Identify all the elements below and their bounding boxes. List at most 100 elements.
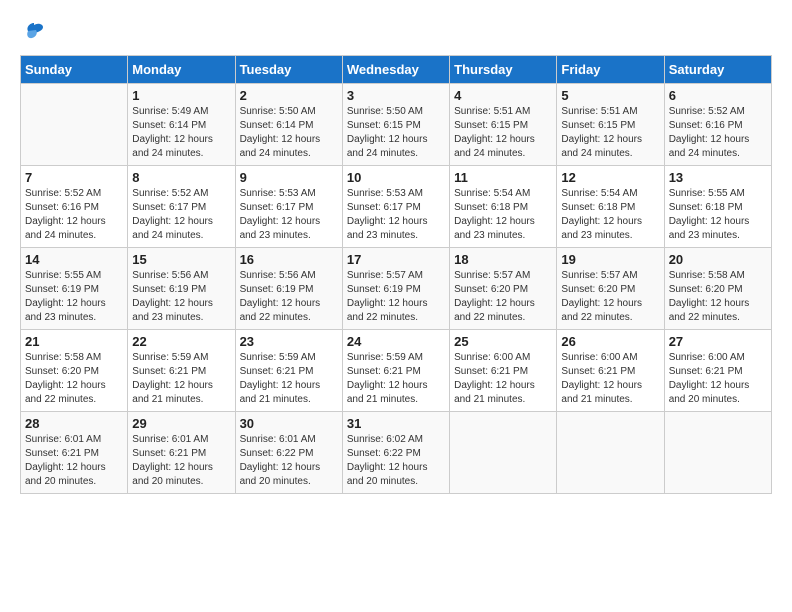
day-number: 1 — [132, 88, 230, 103]
day-info: Sunrise: 5:51 AM Sunset: 6:15 PM Dayligh… — [454, 105, 552, 161]
day-info: Sunrise: 5:50 AM Sunset: 6:15 PM Dayligh… — [347, 105, 445, 161]
day-number: 8 — [132, 170, 230, 185]
calendar-cell: 31 Sunrise: 6:02 AM Sunset: 6:22 PM Dayli… — [342, 411, 449, 493]
calendar-cell: 18 Sunrise: 5:57 AM Sunset: 6:20 PM Dayli… — [450, 247, 557, 329]
day-info: Sunrise: 5:57 AM Sunset: 6:20 PM Dayligh… — [561, 269, 659, 325]
day-number: 5 — [561, 88, 659, 103]
calendar-cell: 9 Sunrise: 5:53 AM Sunset: 6:17 PM Daylig… — [235, 165, 342, 247]
calendar-cell: 24 Sunrise: 5:59 AM Sunset: 6:21 PM Dayli… — [342, 329, 449, 411]
day-number: 19 — [561, 252, 659, 267]
page-header — [20, 20, 772, 45]
calendar-cell: 30 Sunrise: 6:01 AM Sunset: 6:22 PM Dayli… — [235, 411, 342, 493]
day-number: 16 — [240, 252, 338, 267]
weekday-header: Friday — [557, 55, 664, 83]
day-number: 21 — [25, 334, 123, 349]
day-info: Sunrise: 5:52 AM Sunset: 6:16 PM Dayligh… — [669, 105, 767, 161]
day-info: Sunrise: 6:00 AM Sunset: 6:21 PM Dayligh… — [454, 351, 552, 407]
calendar-cell: 15 Sunrise: 5:56 AM Sunset: 6:19 PM Dayli… — [128, 247, 235, 329]
calendar-cell: 11 Sunrise: 5:54 AM Sunset: 6:18 PM Dayli… — [450, 165, 557, 247]
day-info: Sunrise: 5:58 AM Sunset: 6:20 PM Dayligh… — [25, 351, 123, 407]
day-info: Sunrise: 6:01 AM Sunset: 6:21 PM Dayligh… — [132, 433, 230, 489]
day-info: Sunrise: 5:59 AM Sunset: 6:21 PM Dayligh… — [240, 351, 338, 407]
day-number: 17 — [347, 252, 445, 267]
weekday-header: Sunday — [21, 55, 128, 83]
calendar-cell: 2 Sunrise: 5:50 AM Sunset: 6:14 PM Daylig… — [235, 83, 342, 165]
weekday-header: Saturday — [664, 55, 771, 83]
day-info: Sunrise: 6:00 AM Sunset: 6:21 PM Dayligh… — [561, 351, 659, 407]
day-info: Sunrise: 5:54 AM Sunset: 6:18 PM Dayligh… — [454, 187, 552, 243]
calendar-cell: 26 Sunrise: 6:00 AM Sunset: 6:21 PM Dayli… — [557, 329, 664, 411]
calendar-cell: 20 Sunrise: 5:58 AM Sunset: 6:20 PM Dayli… — [664, 247, 771, 329]
calendar-week-row: 28 Sunrise: 6:01 AM Sunset: 6:21 PM Dayli… — [21, 411, 772, 493]
day-number: 4 — [454, 88, 552, 103]
day-number: 20 — [669, 252, 767, 267]
day-number: 23 — [240, 334, 338, 349]
day-info: Sunrise: 6:02 AM Sunset: 6:22 PM Dayligh… — [347, 433, 445, 489]
calendar-cell: 3 Sunrise: 5:50 AM Sunset: 6:15 PM Daylig… — [342, 83, 449, 165]
day-info: Sunrise: 5:50 AM Sunset: 6:14 PM Dayligh… — [240, 105, 338, 161]
day-number: 14 — [25, 252, 123, 267]
logo-text — [20, 20, 46, 49]
calendar-cell: 27Sunrise: 6:00 AM Sunset: 6:21 PM Dayli… — [664, 329, 771, 411]
day-number: 18 — [454, 252, 552, 267]
calendar-cell: 6 Sunrise: 5:52 AM Sunset: 6:16 PM Daylig… — [664, 83, 771, 165]
calendar-cell: 23 Sunrise: 5:59 AM Sunset: 6:21 PM Dayli… — [235, 329, 342, 411]
day-number: 11 — [454, 170, 552, 185]
day-info: Sunrise: 6:01 AM Sunset: 6:21 PM Dayligh… — [25, 433, 123, 489]
calendar-cell: 17 Sunrise: 5:57 AM Sunset: 6:19 PM Dayli… — [342, 247, 449, 329]
weekday-header: Monday — [128, 55, 235, 83]
day-info: Sunrise: 5:53 AM Sunset: 6:17 PM Dayligh… — [240, 187, 338, 243]
day-info: Sunrise: 6:01 AM Sunset: 6:22 PM Dayligh… — [240, 433, 338, 489]
calendar-cell: 5 Sunrise: 5:51 AM Sunset: 6:15 PM Daylig… — [557, 83, 664, 165]
day-info: Sunrise: 5:56 AM Sunset: 6:19 PM Dayligh… — [132, 269, 230, 325]
logo-bird-icon — [22, 20, 46, 44]
day-number: 6 — [669, 88, 767, 103]
day-number: 22 — [132, 334, 230, 349]
calendar-cell: 28 Sunrise: 6:01 AM Sunset: 6:21 PM Dayli… — [21, 411, 128, 493]
day-number: 10 — [347, 170, 445, 185]
day-number: 30 — [240, 416, 338, 431]
weekday-header: Tuesday — [235, 55, 342, 83]
calendar-cell: 19 Sunrise: 5:57 AM Sunset: 6:20 PM Dayli… — [557, 247, 664, 329]
day-info: Sunrise: 5:52 AM Sunset: 6:17 PM Dayligh… — [132, 187, 230, 243]
calendar-cell — [664, 411, 771, 493]
calendar-cell: 14 Sunrise: 5:55 AM Sunset: 6:19 PM Dayli… — [21, 247, 128, 329]
day-info: Sunrise: 5:58 AM Sunset: 6:20 PM Dayligh… — [669, 269, 767, 325]
calendar-cell: 21 Sunrise: 5:58 AM Sunset: 6:20 PM Dayli… — [21, 329, 128, 411]
day-number: 12 — [561, 170, 659, 185]
day-number: 2 — [240, 88, 338, 103]
day-info: Sunrise: 5:55 AM Sunset: 6:19 PM Dayligh… — [25, 269, 123, 325]
calendar-week-row: 14 Sunrise: 5:55 AM Sunset: 6:19 PM Dayli… — [21, 247, 772, 329]
calendar-cell: 7Sunrise: 5:52 AM Sunset: 6:16 PM Daylig… — [21, 165, 128, 247]
calendar-cell — [450, 411, 557, 493]
day-number: 26 — [561, 334, 659, 349]
day-number: 29 — [132, 416, 230, 431]
day-number: 28 — [25, 416, 123, 431]
calendar-cell: 8 Sunrise: 5:52 AM Sunset: 6:17 PM Daylig… — [128, 165, 235, 247]
day-number: 15 — [132, 252, 230, 267]
day-info: Sunrise: 5:59 AM Sunset: 6:21 PM Dayligh… — [347, 351, 445, 407]
calendar-cell: 4 Sunrise: 5:51 AM Sunset: 6:15 PM Daylig… — [450, 83, 557, 165]
logo — [20, 20, 46, 45]
calendar-body: 1 Sunrise: 5:49 AM Sunset: 6:14 PM Daylig… — [21, 83, 772, 493]
day-info: Sunrise: 5:49 AM Sunset: 6:14 PM Dayligh… — [132, 105, 230, 161]
calendar-header-row: SundayMondayTuesdayWednesdayThursdayFrid… — [21, 55, 772, 83]
calendar-cell: 16Sunrise: 5:56 AM Sunset: 6:19 PM Dayli… — [235, 247, 342, 329]
day-number: 25 — [454, 334, 552, 349]
weekday-header: Thursday — [450, 55, 557, 83]
calendar-cell: 1 Sunrise: 5:49 AM Sunset: 6:14 PM Daylig… — [128, 83, 235, 165]
day-info: Sunrise: 5:57 AM Sunset: 6:19 PM Dayligh… — [347, 269, 445, 325]
calendar-cell — [557, 411, 664, 493]
day-number: 13 — [669, 170, 767, 185]
calendar-week-row: 7Sunrise: 5:52 AM Sunset: 6:16 PM Daylig… — [21, 165, 772, 247]
day-number: 24 — [347, 334, 445, 349]
day-number: 31 — [347, 416, 445, 431]
day-number: 3 — [347, 88, 445, 103]
day-info: Sunrise: 5:51 AM Sunset: 6:15 PM Dayligh… — [561, 105, 659, 161]
day-number: 7 — [25, 170, 123, 185]
calendar-table: SundayMondayTuesdayWednesdayThursdayFrid… — [20, 55, 772, 494]
calendar-cell: 12Sunrise: 5:54 AM Sunset: 6:18 PM Dayli… — [557, 165, 664, 247]
day-info: Sunrise: 5:57 AM Sunset: 6:20 PM Dayligh… — [454, 269, 552, 325]
day-number: 9 — [240, 170, 338, 185]
calendar-cell: 13Sunrise: 5:55 AM Sunset: 6:18 PM Dayli… — [664, 165, 771, 247]
